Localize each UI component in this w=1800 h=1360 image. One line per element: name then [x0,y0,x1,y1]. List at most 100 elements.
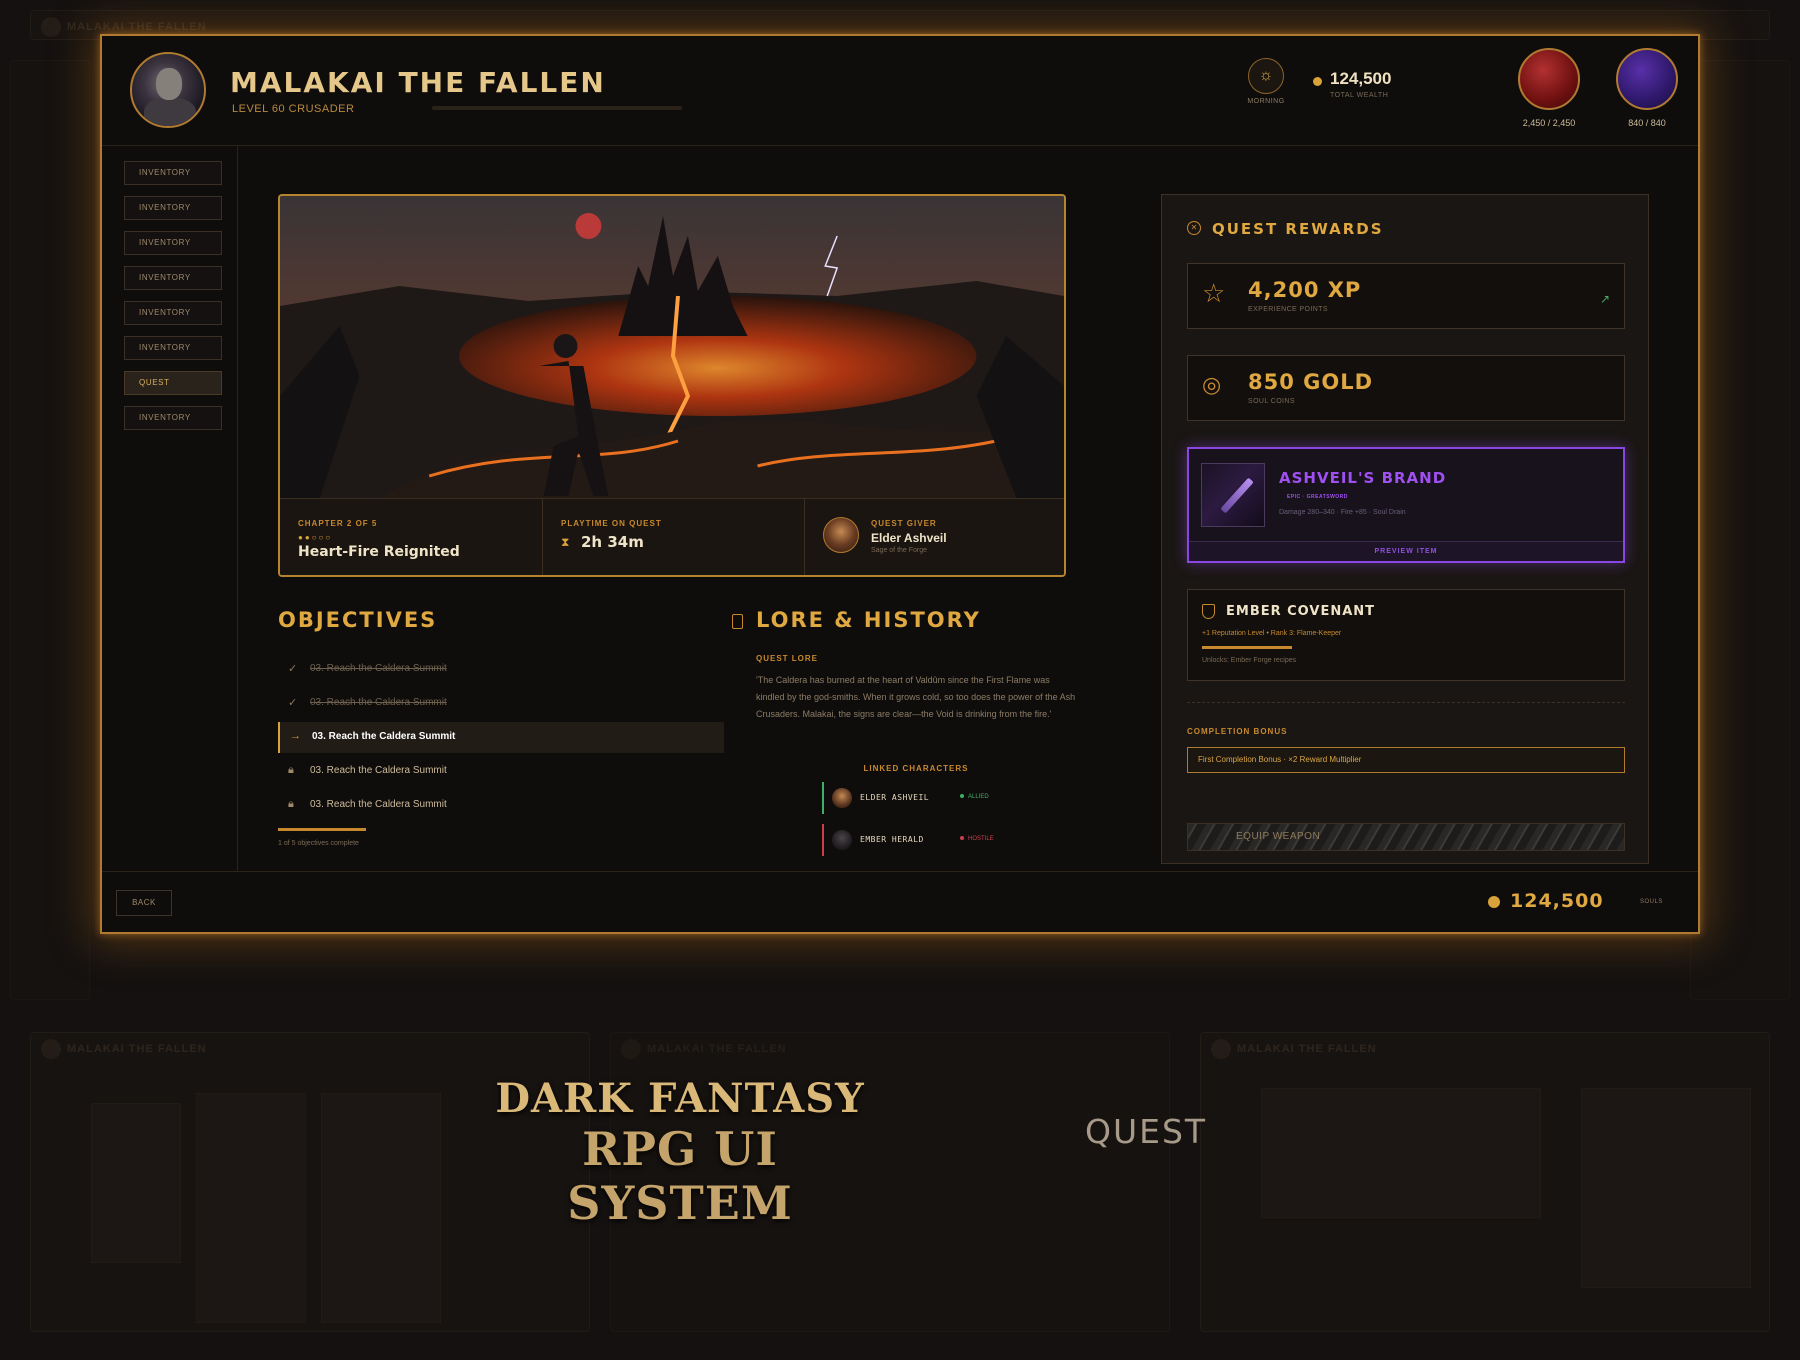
sidebar-item-inventory[interactable]: INVENTORY [124,406,222,430]
reward-icon: ✕ [1187,221,1201,235]
brand-title-line1: DARK FANTASY [495,1075,865,1122]
status-badge: ALLIED [960,794,989,800]
health-orb [1518,48,1580,110]
quest-giver-section[interactable]: QUEST GIVER Elder Ashveil Sage of the Fo… [804,499,1064,575]
sidebar-item-inventory[interactable]: INVENTORY [124,301,222,325]
gold-reward-card[interactable]: ◎ 850 GOLD SOUL COINS [1187,355,1625,421]
objectives-progress-text: 1 of 5 objectives complete [278,840,359,847]
objective-row[interactable]: 🔒︎ 03. Reach the Caldera Summit [278,790,724,821]
footer-bar: BACK 124,500 SOULS [102,871,1698,934]
ghost-screen-right: MALAKAI THE FALLEN [1200,1032,1770,1332]
arrow-right-icon: → [290,730,301,742]
quest-rewards-panel: ✕ QUEST REWARDS ☆ 4,200 XP EXPERIENCE PO… [1161,194,1649,864]
lock-icon: 🔒︎ [288,764,294,776]
objective-text: 03. Reach the Caldera Summit [310,765,447,776]
xp-reward-card[interactable]: ☆ 4,200 XP EXPERIENCE POINTS ↗ [1187,263,1625,329]
ghost-title: MALAKAI THE FALLEN [67,1043,207,1055]
star-icon: ☆ [1202,278,1226,308]
linked-character-row[interactable]: EMBER HERALD HOSTILE [822,824,1002,856]
character-name: MALAKAI THE FALLEN [230,66,606,99]
time-of-day-label: MORNING [1247,98,1285,105]
objective-text: 03. Reach the Caldera Summit [310,697,447,708]
quest-rewards-title: QUEST REWARDS [1212,220,1384,238]
status-badge: HOSTILE [960,836,994,842]
gold-label: SOUL COINS [1248,398,1295,405]
ghost-left-edge [10,60,90,1000]
character-avatar-small [832,830,852,850]
linked-characters-label: LINKED CHARACTERS [863,764,969,773]
objective-row[interactable]: ✓ 03. Reach the Caldera Summit [278,688,724,719]
sidebar-item-inventory[interactable]: INVENTORY [124,196,222,220]
linked-character-row[interactable]: ELDER ASHVEIL ALLIED [822,782,1002,814]
character-avatar-small [832,788,852,808]
playtime-value: 2h 34m [581,533,644,551]
brand-title-line2: RPG UI SYSTEM [567,1122,793,1230]
completion-bonus-box: First Completion Bonus · ×2 Reward Multi… [1187,747,1625,773]
status-bar [822,824,824,856]
sidebar-item-inventory[interactable]: INVENTORY [124,161,222,185]
completion-bonus-label: COMPLETION BONUS [1187,727,1288,736]
sidebar-item-inventory[interactable]: INVENTORY [124,231,222,255]
objective-row-current[interactable]: → 03. Reach the Caldera Summit [278,722,724,753]
item-rarity-tag: EPIC · GREATSWORD [1287,494,1348,500]
faction-reputation: +1 Reputation Level • Rank 3: Flame-Keep… [1202,630,1342,637]
greatsword-icon [1201,463,1265,527]
mana-orb [1616,48,1678,110]
lore-title: LORE & HISTORY [756,608,981,632]
status-bar [822,782,824,814]
equip-weapon-button[interactable]: EQUIP WEAPON [1187,823,1625,851]
ghost-title: MALAKAI THE FALLEN [67,21,207,33]
coin-icon [1488,896,1500,908]
screen-label: QUEST [1085,1112,1208,1151]
faction-unlock: Unlocks: Ember Forge recipes [1202,657,1297,664]
item-reward-card[interactable]: ASHVEIL'S BRAND EPIC · GREATSWORD Damage… [1187,447,1625,563]
ghost-title: MALAKAI THE FALLEN [647,1043,787,1055]
ghost-right-edge [1690,60,1790,1000]
xp-bar [432,106,682,110]
chapter-label: CHAPTER 2 OF 5 [298,519,378,528]
objectives-progress-bar [278,828,366,831]
character-avatar[interactable] [130,52,206,128]
sidebar-item-quest[interactable]: QUEST [124,371,222,395]
faction-name: EMBER COVENANT [1226,604,1376,619]
sidebar-item-inventory[interactable]: INVENTORY [124,336,222,360]
book-icon [732,614,743,629]
preview-item-button[interactable]: PREVIEW ITEM [1189,541,1623,561]
health-value: 2,450 / 2,450 [1522,118,1576,128]
lock-icon: 🔒︎ [288,798,294,810]
objective-row[interactable]: ✓ 03. Reach the Caldera Summit [278,654,724,685]
objective-row[interactable]: 🔒︎ 03. Reach the Caldera Summit [278,756,724,787]
linked-character-name: ELDER ASHVEIL [860,793,930,802]
objective-text: 03. Reach the Caldera Summit [312,731,456,742]
back-button[interactable]: BACK [116,890,172,916]
wealth-label: TOTAL WEALTH [1330,92,1389,99]
hourglass-icon: ⧗ [561,535,570,549]
souls-label: SOULS [1640,899,1663,905]
objective-text: 03. Reach the Caldera Summit [310,663,447,674]
trending-up-icon: ↗ [1599,292,1610,306]
sun-icon[interactable]: ☼ [1248,58,1284,94]
item-stats: Damage 280–340 · Fire +85 · Soul Drain [1279,509,1406,516]
sidebar-item-inventory[interactable]: INVENTORY [124,266,222,290]
coins-icon: ◎ [1202,372,1222,397]
wealth-value: 124,500 [1330,69,1392,88]
gold-value: 850 GOLD [1248,370,1374,394]
objective-text: 03. Reach the Caldera Summit [310,799,447,810]
character-header: MALAKAI THE FALLEN LEVEL 60 CRUSADER ☼ M… [102,36,1698,146]
playtime-label: PLAYTIME ON QUEST [561,519,662,528]
status-text: HOSTILE [968,836,994,842]
xp-value: 4,200 XP [1248,278,1362,302]
xp-label: EXPERIENCE POINTS [1248,306,1328,313]
check-icon: ✓ [288,697,298,709]
quest-giver-label: QUEST GIVER [871,519,937,528]
check-icon: ✓ [288,663,298,675]
status-text: ALLIED [968,794,989,800]
quest-lore-text: 'The Caldera has burned at the heart of … [756,675,1076,719]
chapter-progress-dots: ●●○○○ [298,533,333,542]
character-class: LEVEL 60 CRUSADER [232,103,355,115]
coin-icon [1313,77,1322,86]
faction-reward-card[interactable]: EMBER COVENANT +1 Reputation Level • Ran… [1187,589,1625,681]
quest-lore-label: QUEST LORE [756,654,819,663]
sidebar-nav: INVENTORY INVENTORY INVENTORY INVENTORY … [102,146,238,871]
objectives-title: OBJECTIVES [278,608,438,632]
